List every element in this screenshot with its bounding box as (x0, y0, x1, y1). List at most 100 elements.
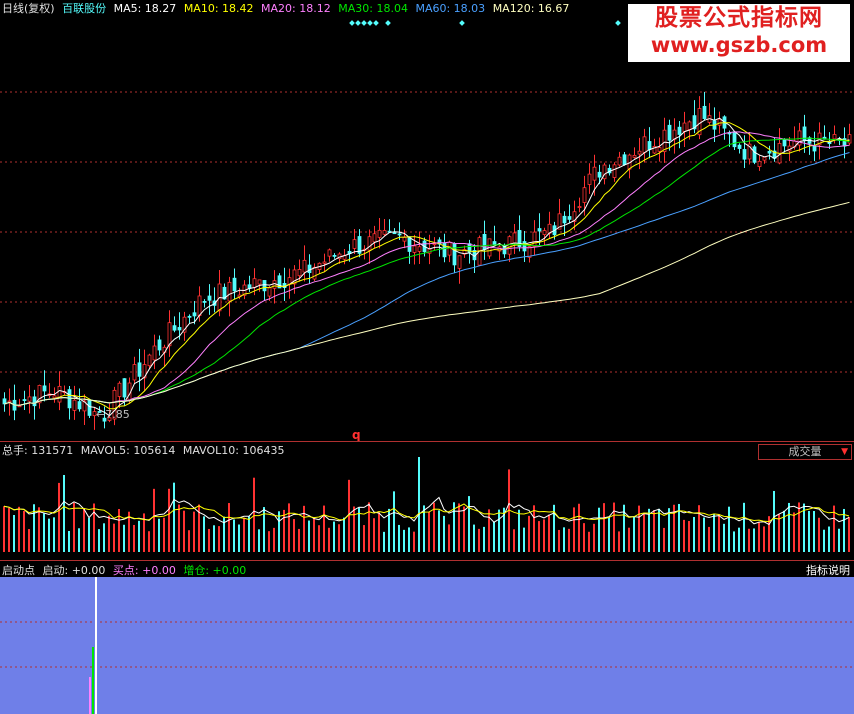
candle-body (417, 246, 422, 252)
candle-body (667, 124, 672, 141)
volume-bar (738, 527, 740, 552)
volume-bar (193, 511, 195, 552)
price-chart-panel[interactable]: 日线(复权) 百联股份 MA5: 18.27 MA10: 18.42 MA20:… (0, 0, 854, 442)
candle-body (322, 261, 327, 264)
candle-body (612, 164, 617, 178)
candle-body (327, 249, 332, 257)
candle-body (32, 396, 37, 407)
volume-bar (53, 517, 55, 552)
watermark-logo: 股票公式指标网 www.gszb.com (628, 4, 850, 62)
volume-chart[interactable] (0, 442, 854, 560)
price-chart[interactable] (0, 0, 854, 441)
volume-bar (658, 508, 660, 552)
volume-bar (183, 510, 185, 552)
volume-bar (243, 517, 245, 552)
volume-bar (748, 528, 750, 552)
volume-bar (188, 530, 190, 552)
candle-body (307, 264, 312, 274)
volume-bar (368, 502, 370, 552)
volume-bar (273, 527, 275, 552)
candle-body (542, 230, 547, 235)
candle-body (332, 254, 337, 257)
ma10-line (4, 122, 850, 410)
volume-bar (298, 528, 300, 552)
candle-body (87, 399, 92, 416)
candle-body (587, 173, 592, 185)
volume-bar (68, 530, 70, 552)
ma10-readout: MA10: 18.42 (183, 2, 254, 15)
period-label: 日线(复权) (2, 2, 55, 15)
volume-bar (703, 517, 705, 552)
candle-body (452, 243, 457, 266)
indicator-panel[interactable]: 启动点 启动: +0.00 买点: +0.00 增仓: +0.00 指标说明 (0, 560, 854, 714)
volume-bar (813, 511, 815, 552)
volume-bar (83, 508, 85, 552)
volume-bar (498, 509, 500, 552)
indicator-select-dropdown[interactable]: 成交量 ▼ (758, 444, 852, 460)
volume-bar (683, 519, 685, 552)
volume-bar (598, 507, 600, 552)
indicator-plot-area[interactable] (0, 577, 854, 714)
volume-bar (538, 521, 540, 552)
candle-body (262, 280, 267, 292)
candle-body (202, 301, 207, 303)
volume-bar (103, 523, 105, 552)
candle-body (512, 232, 517, 244)
volume-bar (663, 527, 665, 552)
qidong-readout: 启动: +0.00 (42, 564, 106, 577)
candle-body (757, 160, 762, 167)
candle-body (737, 144, 742, 149)
volume-bar (478, 528, 480, 552)
volume-bar (593, 523, 595, 552)
candle-body (7, 400, 12, 403)
volume-bar (98, 529, 100, 552)
volume-bar (798, 502, 800, 552)
candle-body (492, 241, 497, 246)
volume-bar (468, 496, 470, 552)
low-price-label: ←7.85 (96, 408, 130, 421)
volume-bar (668, 508, 670, 552)
candle-body (297, 269, 302, 277)
volume-bar (543, 519, 545, 552)
volume-bar (363, 525, 365, 552)
volume-bar (258, 529, 260, 552)
volume-bar (848, 517, 850, 552)
candle-body (657, 147, 662, 152)
volume-bar (718, 514, 720, 552)
volume-bar (23, 510, 25, 552)
candle-body (407, 236, 412, 252)
candle-body (152, 345, 157, 361)
volume-bar (208, 528, 210, 552)
volume-panel[interactable]: 总手: 131571 MAVOL5: 105614 MAVOL10: 10643… (0, 441, 854, 561)
volume-bar (133, 524, 135, 552)
volume-bar (228, 503, 230, 552)
candle-body (767, 150, 772, 154)
ma30-line (4, 137, 850, 406)
volume-bar (288, 503, 290, 552)
candle-body (227, 281, 232, 302)
volume-bar (108, 515, 110, 552)
volume-bar (338, 524, 340, 552)
volume-bar (123, 524, 125, 552)
candle-body (17, 405, 22, 408)
candle-body (752, 146, 757, 163)
candle-body (762, 156, 767, 161)
signal-marker (615, 20, 621, 26)
signal-marker (459, 20, 465, 26)
candle-body (622, 154, 627, 166)
volume-bar (38, 507, 40, 552)
volume-bar (618, 531, 620, 552)
volume-bar (793, 512, 795, 552)
candle-body (232, 277, 237, 292)
volume-bar (493, 521, 495, 552)
volume-bar (178, 504, 180, 552)
volume-bar (333, 521, 335, 552)
volume-bar (728, 506, 730, 552)
volume-bar (548, 514, 550, 552)
candle-body (637, 150, 642, 155)
volume-bar (533, 505, 535, 552)
volume-bar (443, 515, 445, 552)
volume-bar (653, 510, 655, 552)
indicator-help-link[interactable]: 指标说明 (806, 562, 850, 578)
dropdown-label: 成交量 (788, 445, 822, 458)
